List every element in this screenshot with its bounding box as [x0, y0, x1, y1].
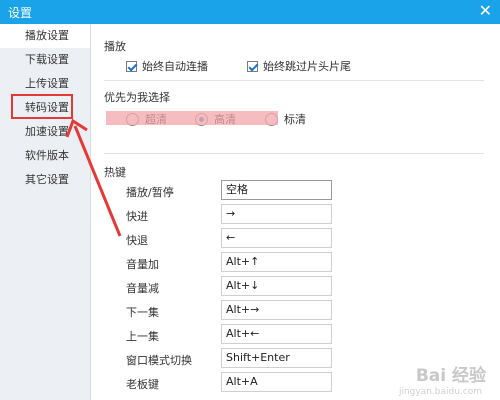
checkbox-label: 始终自动连播	[142, 60, 208, 73]
checkbox-auto-continue[interactable]: 始终自动连播	[126, 58, 208, 74]
hotkey-input-prev-episode[interactable]: Alt+←	[221, 324, 332, 344]
arrow-shaft	[73, 125, 122, 237]
hotkey-label-play-pause: 播放/暂停	[126, 186, 174, 199]
hotkey-input-volume-up[interactable]: Alt+↑	[221, 252, 332, 272]
checkbox-label: 始终跳过片头片尾	[263, 60, 351, 73]
hotkey-label-rewind: 快退	[126, 234, 148, 247]
hotkey-label-volume-down: 音量减	[126, 282, 159, 295]
hotkey-label-next-episode: 下一集	[126, 306, 159, 319]
redaction-mark	[106, 111, 278, 125]
hotkey-input-play-pause[interactable]: 空格	[221, 180, 332, 200]
checkbox-skip-intro[interactable]: 始终跳过片头片尾	[247, 58, 351, 74]
divider	[104, 80, 484, 81]
hotkey-label-boss-key: 老板键	[126, 378, 159, 391]
divider	[104, 153, 484, 154]
hotkey-input-boss-key[interactable]: Alt+A	[221, 372, 332, 392]
checkbox-checked-icon[interactable]	[126, 60, 137, 72]
hotkey-label-forward: 快进	[126, 210, 148, 223]
hotkey-input-next-episode[interactable]: Alt+→	[221, 300, 332, 320]
section-title-playback: 播放	[104, 40, 126, 53]
radio-label: 标清	[284, 113, 306, 126]
section-title-hotkeys: 热键	[104, 166, 126, 179]
hotkey-input-volume-down[interactable]: Alt+↓	[221, 276, 332, 296]
hotkey-input-forward[interactable]: →	[221, 204, 332, 224]
hotkey-label-window-mode: 窗口模式切换	[126, 354, 192, 367]
hotkey-label-prev-episode: 上一集	[126, 330, 159, 343]
checkbox-checked-icon[interactable]	[247, 60, 258, 72]
watermark-logo: Bai 经验	[415, 366, 486, 386]
watermark-url: jingyan.baidu.com	[398, 387, 482, 397]
hotkey-label-volume-up: 音量加	[126, 258, 159, 271]
hotkey-input-rewind[interactable]: ←	[221, 228, 332, 248]
hotkey-input-window-mode[interactable]: Shift+Enter	[221, 348, 332, 368]
section-title-quality: 优先为我选择	[104, 91, 170, 104]
